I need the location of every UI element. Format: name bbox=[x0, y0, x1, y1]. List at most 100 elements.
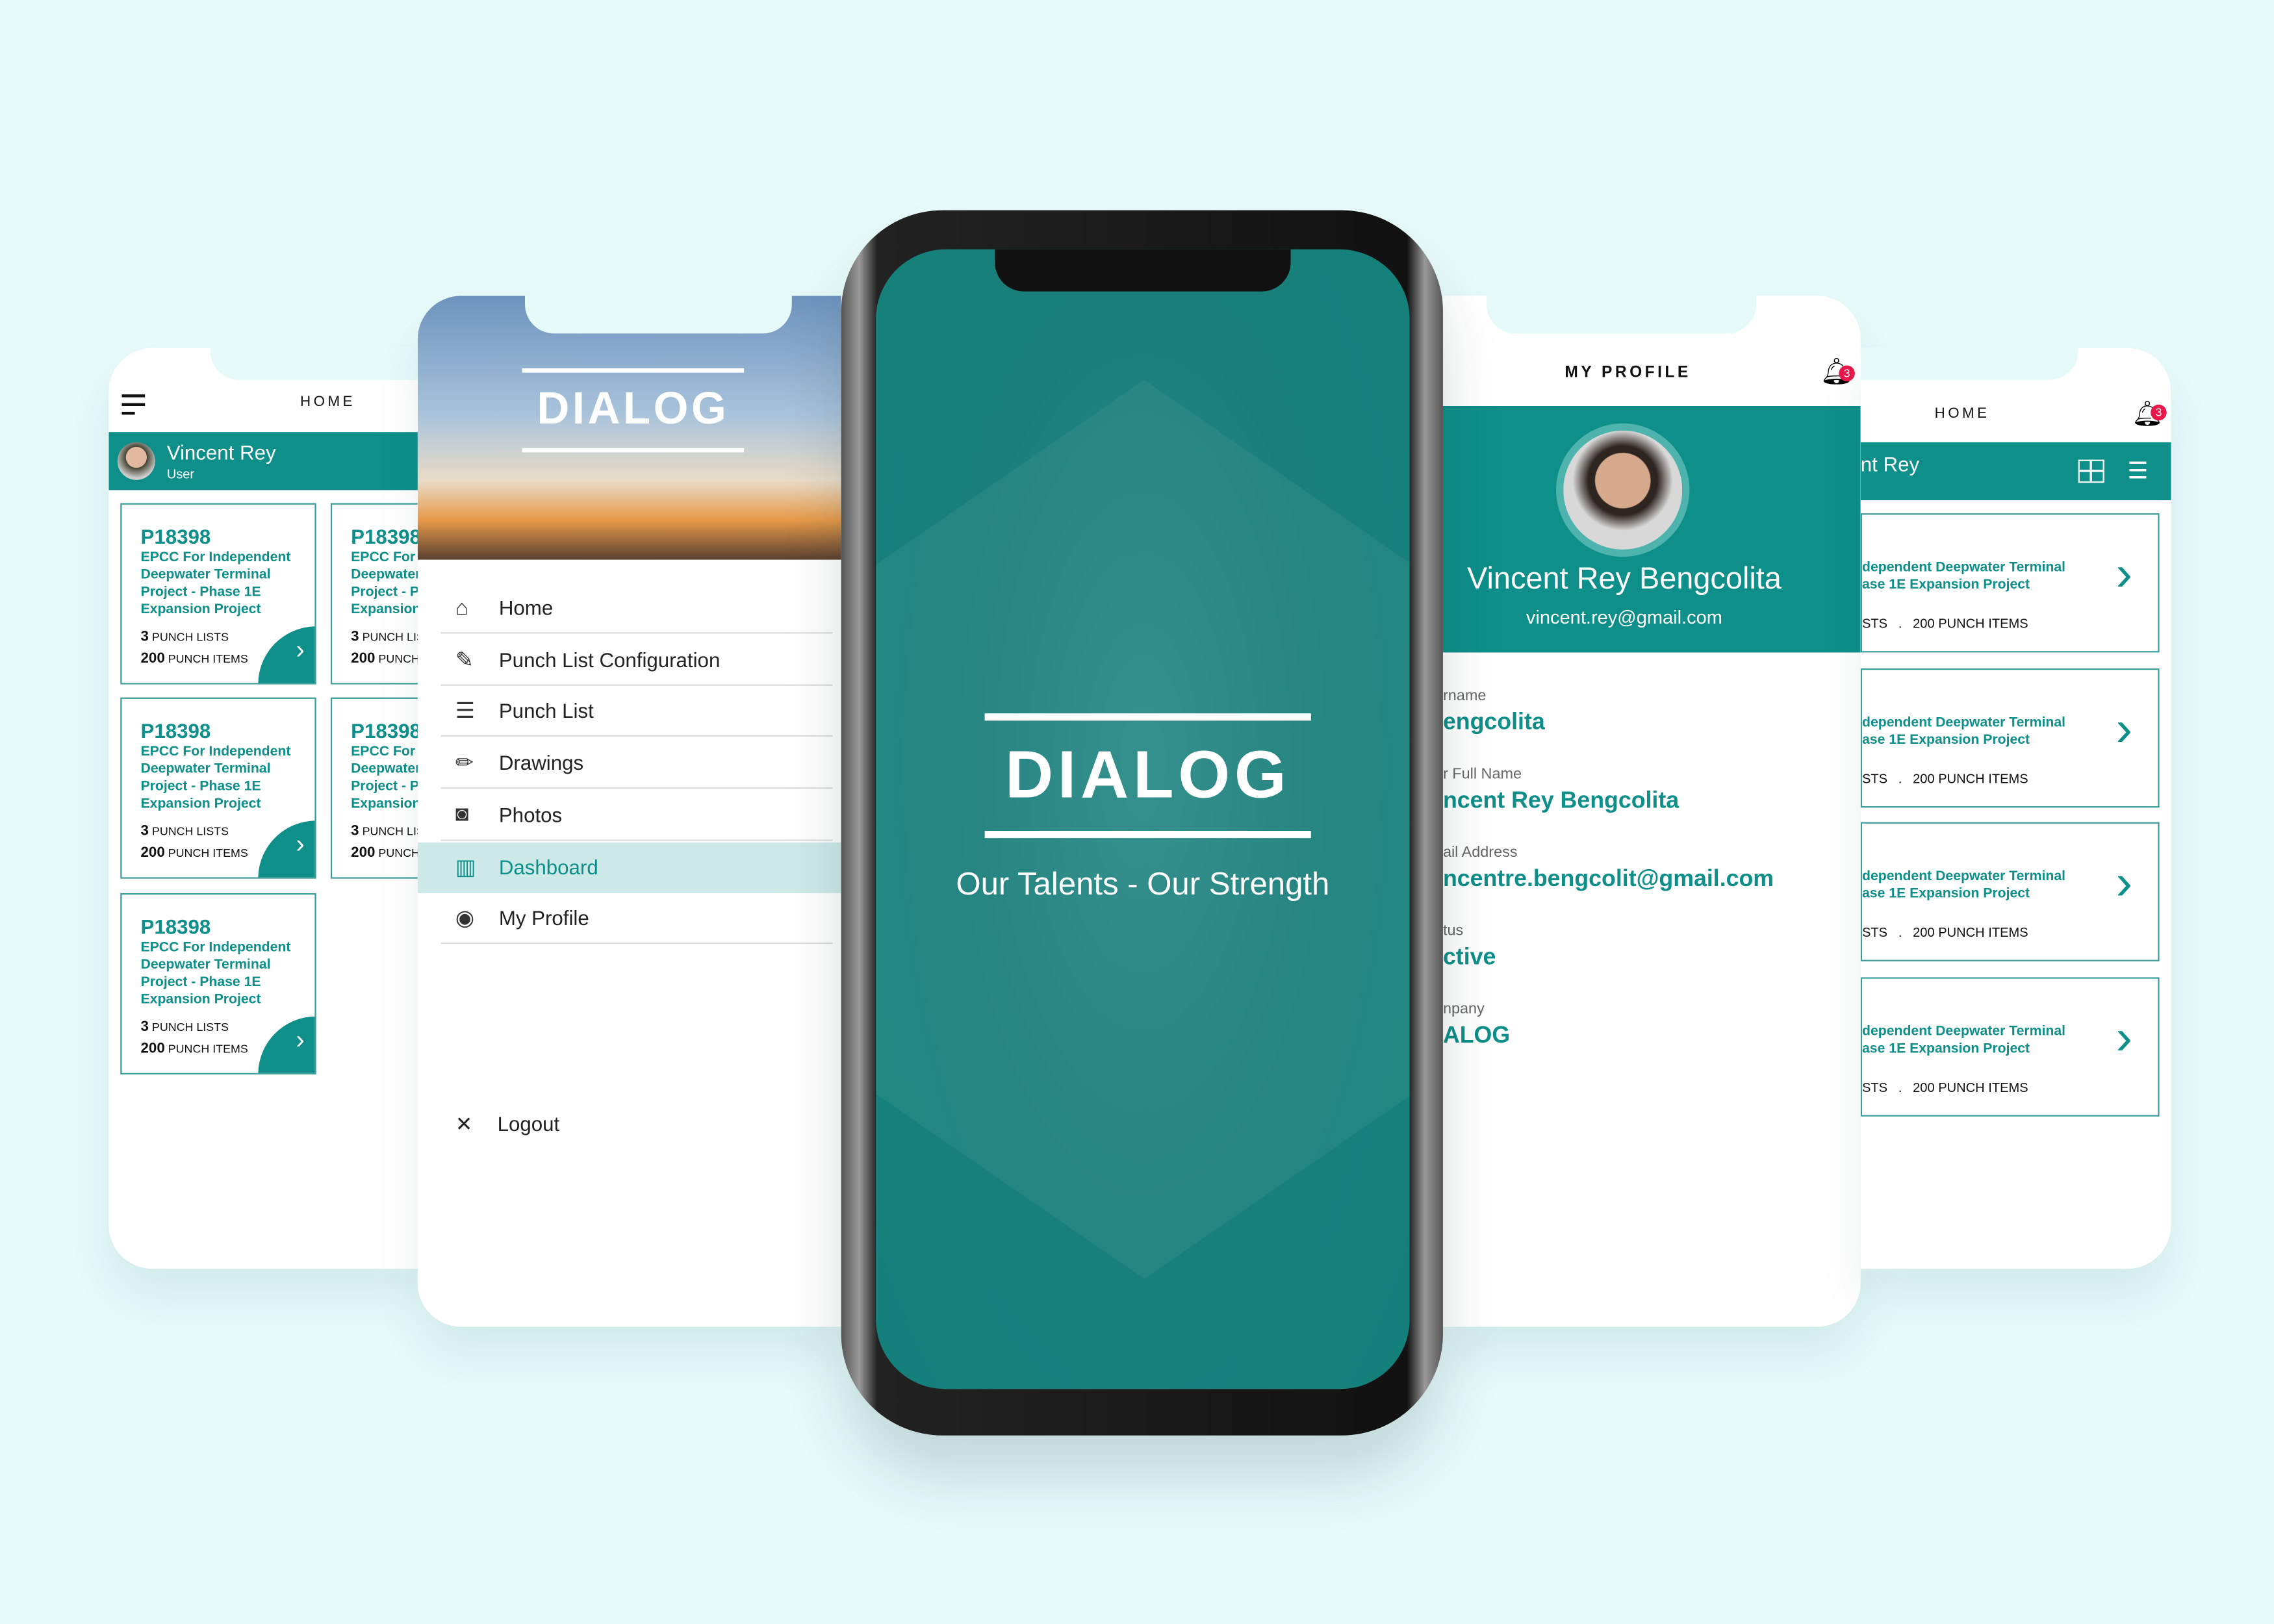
project-card[interactable]: P18398 EPCC For Independent Deepwater Te… bbox=[330, 697, 421, 879]
menu-item-label: Home bbox=[498, 596, 554, 620]
project-card[interactable]: P18398 EPCC For Independent Deepwater Te… bbox=[330, 503, 421, 685]
menu-item-label: Punch List bbox=[498, 699, 594, 723]
project-code: P18398 bbox=[140, 719, 211, 742]
punch-lists-count: STS . bbox=[1862, 925, 1902, 940]
menu-logo: DIALOG bbox=[537, 383, 730, 434]
menu-item-drawings[interactable]: ✏ Drawings bbox=[441, 738, 833, 789]
punch-lists-count: 3 PUNCH LISTS bbox=[351, 823, 420, 840]
field-value: ncent Rey Bengcolita bbox=[1442, 789, 1680, 814]
project-description: dependent Deepwater Terminal bbox=[1862, 714, 2066, 730]
punch-items-count: 200 PUNCH ITEMS bbox=[1913, 616, 2028, 631]
menu-item-label: Punch List Configuration bbox=[498, 648, 721, 671]
profile-banner: Vincent Rey Bengcolita vincent.rey@gmail… bbox=[1442, 405, 1861, 653]
chevron-right-icon[interactable]: › bbox=[258, 626, 315, 683]
project-card[interactable]: P18398 EPCC For Independent Deepwater Te… bbox=[120, 697, 316, 879]
list-icon: ☰ bbox=[455, 699, 475, 724]
hamburger-icon[interactable] bbox=[121, 394, 146, 415]
profile-email: vincent.rey@gmail.com bbox=[1526, 606, 1722, 628]
project-description: ase 1E Expansion Project bbox=[1862, 731, 2030, 748]
menu-item-home[interactable]: ⌂ Home bbox=[441, 583, 833, 634]
project-description: dependent Deepwater Terminal bbox=[1862, 869, 2066, 885]
menu-item-punch-list-configuration[interactable]: ✎ Punch List Configuration bbox=[441, 635, 833, 686]
close-icon: ✕ bbox=[455, 1112, 473, 1136]
project-code: P18398 bbox=[140, 915, 211, 939]
user-role: User bbox=[166, 466, 195, 482]
project-description: EPCC For Independent Deepwater Terminal … bbox=[351, 549, 421, 618]
punch-items-count: 200 PUNCH ITEMS bbox=[1913, 1079, 2028, 1095]
field-label: tus bbox=[1442, 922, 1464, 940]
punch-items-count: 200 PUNCH ITEMS bbox=[1913, 925, 2028, 940]
grid-view-icon[interactable] bbox=[2078, 459, 2104, 483]
punch-items-count: 200 PUNCH ITEMS bbox=[140, 1041, 248, 1058]
menu-item-my-profile[interactable]: ◉ My Profile bbox=[441, 893, 833, 945]
project-code: P18398 bbox=[140, 525, 211, 548]
avatar bbox=[117, 442, 155, 480]
pencil-icon: ✏ bbox=[455, 751, 474, 776]
punch-items-count: 200 PUNCH ITEMS bbox=[140, 845, 248, 861]
chevron-right-icon[interactable]: › bbox=[2116, 856, 2132, 912]
camera-icon: ◙ bbox=[455, 802, 469, 827]
project-card[interactable]: dependent Deepwater Terminal ase 1E Expa… bbox=[1860, 976, 2160, 1116]
chart-icon: ▥ bbox=[455, 855, 476, 880]
right-home-screen: HOME 🔔︎ 3 nt Rey ☰ dependent Deepwater T… bbox=[1860, 348, 2171, 1269]
punch-lists-count: 3 PUNCH LISTS bbox=[351, 629, 420, 646]
project-description: ase 1E Expansion Project bbox=[1862, 885, 2030, 902]
field-label: ail Address bbox=[1442, 844, 1518, 861]
edit-icon: ✎ bbox=[455, 648, 474, 672]
project-card[interactable]: P18398 EPCC For Independent Deepwater Te… bbox=[120, 893, 316, 1074]
project-description: EPCC For Independent Deepwater Terminal … bbox=[140, 939, 291, 1008]
project-card[interactable]: dependent Deepwater Terminal ase 1E Expa… bbox=[1860, 822, 2160, 961]
field-value: ctive bbox=[1442, 945, 1496, 971]
phone-frame: DIALOG Our Talents - Our Strength bbox=[841, 210, 1443, 1436]
project-code: P18398 bbox=[351, 525, 421, 548]
menu-item-label: My Profile bbox=[498, 906, 589, 930]
punch-items-count: 200 PUNCH ITEMS bbox=[1913, 770, 2028, 785]
user-name: Vincent Rey bbox=[166, 440, 276, 464]
punch-lists-count: 3 PUNCH LISTS bbox=[140, 1019, 229, 1035]
menu-item-punch-list[interactable]: ☰ Punch List bbox=[441, 687, 833, 737]
notification-badge: 3 bbox=[1839, 365, 1855, 382]
field-label: rname bbox=[1442, 687, 1487, 705]
menu-item-photos[interactable]: ◙ Photos bbox=[441, 790, 833, 841]
project-card[interactable]: dependent Deepwater Terminal ase 1E Expa… bbox=[1860, 667, 2160, 807]
project-card[interactable]: P18398 EPCC For Independent Deepwater Te… bbox=[120, 503, 316, 685]
punch-items-count: 200 PUNCH ITEMS bbox=[140, 651, 248, 667]
chevron-right-icon[interactable]: › bbox=[2116, 1010, 2132, 1067]
left-home-screen: HOME Vincent Rey User P18398 EPCC For In… bbox=[109, 348, 421, 1269]
splash-screen: DIALOG Our Talents - Our Strength bbox=[876, 249, 1410, 1389]
screen-title: HOME bbox=[1934, 405, 1990, 422]
project-description: ase 1E Expansion Project bbox=[1862, 577, 2030, 593]
project-card[interactable]: dependent Deepwater Terminal ase 1E Expa… bbox=[1860, 513, 2160, 653]
splash-logo: DIALOG bbox=[1004, 736, 1291, 812]
project-description: EPCC For Independent Deepwater Terminal … bbox=[140, 744, 291, 812]
project-description: dependent Deepwater Terminal bbox=[1862, 559, 2066, 576]
field-label: r Full Name bbox=[1442, 765, 1522, 783]
filter-icon[interactable]: ☰ bbox=[2127, 457, 2148, 486]
project-description: ase 1E Expansion Project bbox=[1862, 1040, 2030, 1057]
punch-items-count: 200 PUNCH ITEMS bbox=[351, 845, 420, 861]
logout-button[interactable]: ✕ Logout bbox=[455, 1112, 559, 1137]
menu-item-dashboard[interactable]: ▥ Dashboard bbox=[417, 841, 841, 893]
notification-badge: 3 bbox=[2151, 404, 2167, 421]
chevron-right-icon[interactable]: › bbox=[258, 1016, 315, 1073]
user-icon: ◉ bbox=[455, 906, 475, 932]
project-description: dependent Deepwater Terminal bbox=[1862, 1022, 2066, 1039]
screen-title: HOME bbox=[300, 394, 355, 411]
profile-name: Vincent Rey Bengcolita bbox=[1467, 563, 1782, 596]
punch-lists-count: STS . bbox=[1862, 1079, 1902, 1095]
user-banner: Vincent Rey User bbox=[109, 432, 421, 490]
user-name: nt Rey bbox=[1860, 452, 1920, 476]
chevron-right-icon[interactable]: › bbox=[258, 820, 315, 878]
profile-screen: MY PROFILE 🔔︎ 3 Vincent Rey Bengcolita v… bbox=[1442, 296, 1861, 1327]
menu-screen: DIALOG ⌂ Home ✎ Punch List Configuration… bbox=[417, 296, 841, 1327]
punch-lists-count: 3 PUNCH LISTS bbox=[140, 823, 229, 840]
home-icon: ⌂ bbox=[455, 595, 469, 620]
field-value: ncentre.bengcolit@gmail.com bbox=[1442, 867, 1774, 892]
chevron-right-icon[interactable]: › bbox=[2116, 547, 2132, 603]
field-label: npany bbox=[1442, 1000, 1485, 1018]
field-value: ALOG bbox=[1442, 1023, 1511, 1048]
chevron-right-icon[interactable]: › bbox=[2116, 701, 2132, 757]
logout-label: Logout bbox=[497, 1112, 560, 1136]
punch-lists-count: STS . bbox=[1862, 616, 1902, 631]
menu-item-label: Photos bbox=[498, 803, 563, 826]
